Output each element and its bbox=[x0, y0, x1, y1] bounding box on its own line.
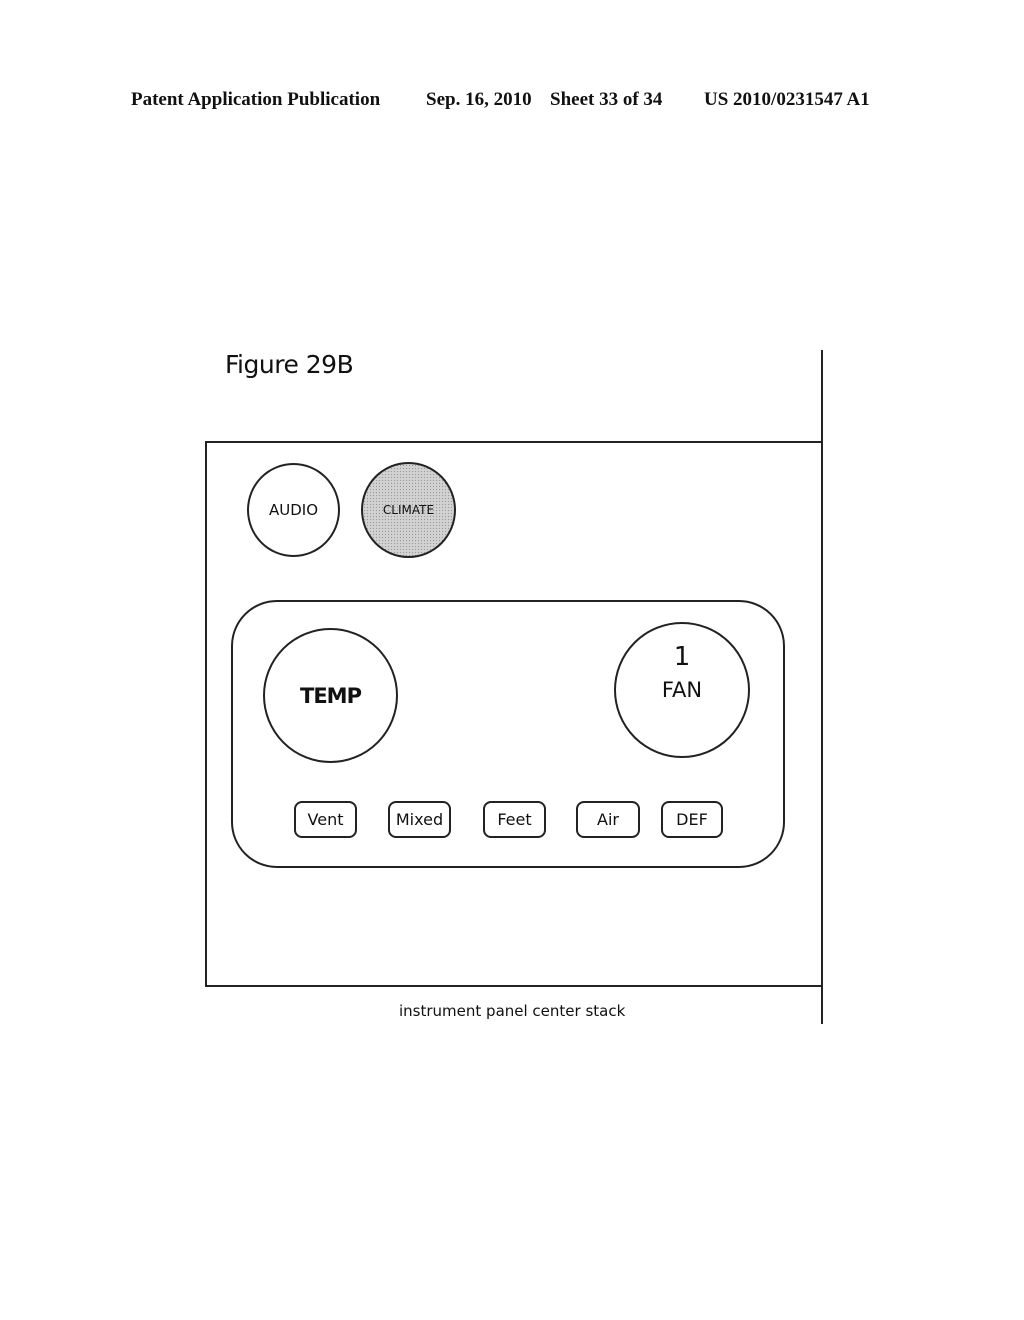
mode-label: Mixed bbox=[395, 810, 444, 829]
mode-button-air[interactable]: Air bbox=[576, 801, 640, 838]
patent-number: US 2010/0231547 A1 bbox=[704, 89, 870, 110]
publication-label: Patent Application Publication bbox=[131, 89, 381, 110]
audio-button[interactable]: AUDIO bbox=[247, 463, 340, 557]
sheet-number: Sheet 33 of 34 bbox=[550, 89, 663, 110]
mode-button-def[interactable]: DEF bbox=[661, 801, 723, 838]
mode-button-vent[interactable]: Vent bbox=[294, 801, 357, 838]
mode-label: Air bbox=[597, 810, 619, 829]
fan-level: 1 bbox=[673, 642, 691, 672]
climate-button-label: CLIMATE bbox=[382, 503, 435, 517]
fan-knob-label: FAN bbox=[661, 678, 703, 702]
mode-label: Feet bbox=[497, 810, 532, 829]
mode-label: Vent bbox=[307, 810, 344, 829]
climate-button[interactable]: CLIMATE bbox=[361, 462, 456, 558]
audio-button-label: AUDIO bbox=[268, 501, 319, 519]
mode-button-mixed[interactable]: Mixed bbox=[388, 801, 451, 838]
temp-knob[interactable]: TEMP bbox=[263, 628, 398, 763]
figure-title: Figure 29B bbox=[225, 350, 354, 379]
mode-button-feet[interactable]: Feet bbox=[483, 801, 546, 838]
fan-knob[interactable]: 1 FAN bbox=[614, 622, 750, 758]
figure-caption: instrument panel center stack bbox=[399, 1002, 626, 1020]
mode-label: DEF bbox=[676, 810, 708, 829]
publication-date: Sep. 16, 2010 bbox=[426, 89, 532, 110]
temp-knob-label: TEMP bbox=[300, 683, 362, 708]
